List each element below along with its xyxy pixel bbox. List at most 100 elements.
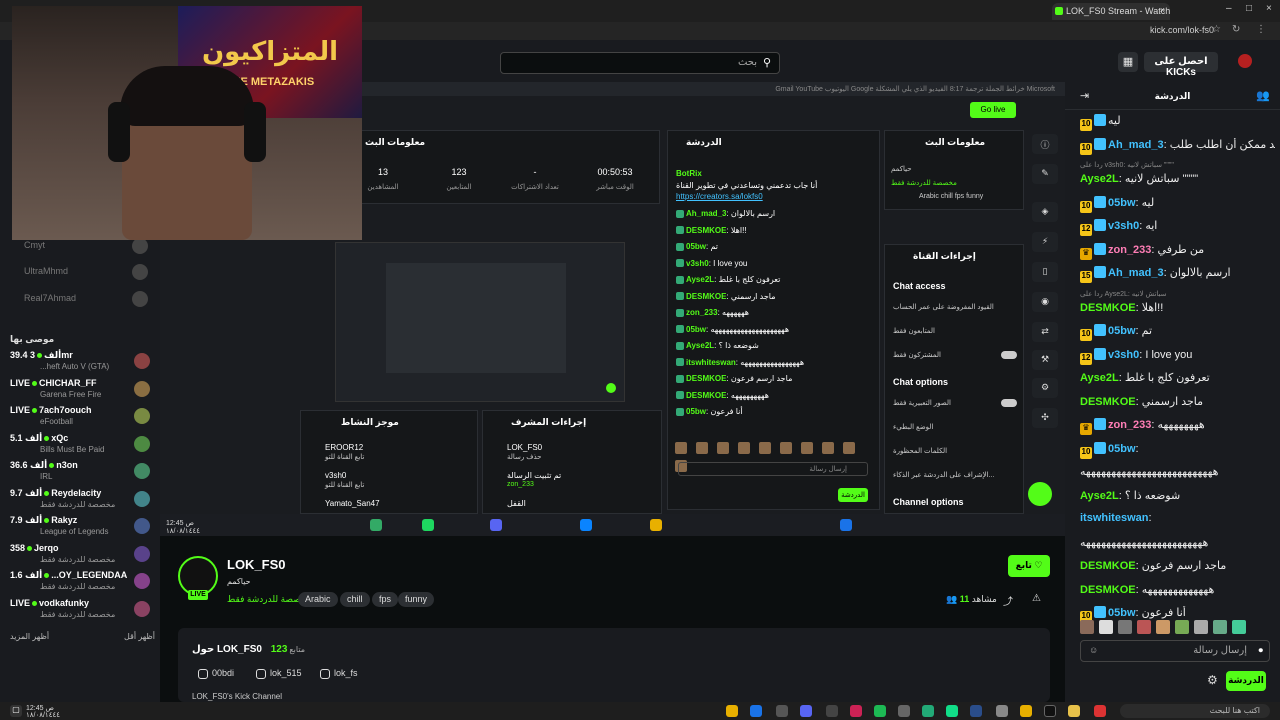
app-icon[interactable] [776,705,788,717]
emote-icon[interactable] [1175,620,1189,634]
sidebar-channel-item[interactable]: 7.9 ألف Rakyz League of Legends [10,515,150,541]
chat-message[interactable]: itswhiteswan: [1080,512,1275,524]
emote-icon[interactable] [1137,620,1151,634]
channel-name[interactable]: LOK_FS0 [227,557,286,572]
emote-icon[interactable] [1080,620,1094,634]
chat-username[interactable]: DESMKOE [1080,396,1136,408]
chat-message[interactable]: DESMKOE: ماجد ارسم فرعون [1080,559,1275,572]
user-avatar[interactable] [1238,54,1252,68]
chat-username[interactable]: 05bw [1108,325,1136,337]
chat-username[interactable]: DESMKOE [1080,560,1136,572]
chat-message[interactable]: ههههههههههههههههههههههههه [1080,536,1275,549]
chat-message[interactable]: DESMKOE: اهلا!! [1080,301,1275,314]
search-input[interactable]: بحث ⚲ [500,52,780,74]
chat-username[interactable]: Ah_mad_3 [1108,267,1164,279]
sidebar-channel-item[interactable]: LIVE vodkafunky مخصصة للدردشة فقط [10,598,150,624]
chat-message[interactable]: 10 05bw: [1080,441,1275,459]
app-icon[interactable] [826,705,838,717]
tiktok-icon[interactable] [1044,705,1056,717]
app-icon[interactable] [996,705,1008,717]
chat-message[interactable]: ♛ zon_233: ههههههههه [1080,418,1275,435]
steam-icon[interactable] [970,705,982,717]
emote-icon[interactable] [1099,620,1113,634]
notification-icon[interactable]: ▢ [10,705,22,717]
chat-send-button[interactable]: الدردشة [1226,671,1266,691]
emote-icon[interactable] [1213,620,1227,634]
chat-message[interactable]: 12 v3sh0: ايه [1080,219,1275,236]
tag-chip[interactable]: fps [372,592,399,607]
refresh-icon[interactable]: ↻ [1232,24,1240,35]
sidebar-faded-item[interactable]: Real7Ahmad [24,293,76,303]
browser-tab[interactable]: LOK_FS0 Stream - Watch Li × [1052,3,1170,20]
app-icon[interactable] [922,705,934,717]
chat-username[interactable]: Ah_mad_3 [1108,139,1164,151]
minimize-button[interactable]: – [1226,3,1232,14]
url-text[interactable]: kick.com/lok-fs0 [1150,25,1214,35]
sidebar-channel-item[interactable]: 9.7 ألف Reydelacity مخصصة للدردشة فقط [10,488,150,514]
close-window-button[interactable]: × [1266,3,1272,14]
sidebar-channel-item[interactable]: 36.6 ألف n3on IRL [10,460,150,486]
sidebar-channel-item[interactable]: 358 Jerqo مخصصة للدردشة فقط [10,543,150,569]
chat-username[interactable]: Ayse2L [1080,490,1119,502]
chat-username[interactable]: Ayse2L [1080,372,1119,384]
chat-username[interactable]: 05bw [1108,443,1136,455]
show-less-link[interactable]: أظهر أقل [124,632,155,641]
chat-input[interactable]: ☺ إرسال رسالة ⏺ [1080,640,1270,662]
chrome-icon[interactable] [1020,705,1032,717]
chat-message[interactable]: DESMKOE: هههههههههههههه [1080,583,1275,596]
chat-message[interactable]: Ayse2L: شوضعه ذا ؟ [1080,489,1275,502]
chat-username[interactable]: v3sh0 [1108,220,1139,232]
discord-link[interactable]: lok_515 [256,668,302,679]
chat-message[interactable]: 15 Ah_mad_3: ارسم بالالوان [1080,266,1275,283]
app-icon[interactable] [874,705,886,717]
app-icon[interactable] [898,705,910,717]
sidebar-channel-item[interactable]: 1.6 ألف ...OY_LEGENDAA مخصصة للدردشة فقط [10,570,150,596]
folder-icon[interactable] [1068,705,1080,717]
tag-chip[interactable]: Arabic [298,592,338,607]
chat-message[interactable]: Ayse2L: تعرفون كلج با غلط [1080,371,1275,384]
chat-username[interactable]: DESMKOE [1080,584,1136,596]
follow-button[interactable]: تابع ♡ [1008,555,1050,577]
sidebar-faded-item[interactable]: UltraMhmd [24,266,68,276]
chat-message[interactable]: DESMKOE: ماجد ارسمني [1080,395,1275,408]
app-icon[interactable] [946,705,958,717]
sidebar-channel-item[interactable]: LIVE 7ach7oouch eFootball [10,405,150,431]
tag-chip[interactable]: funny [398,592,435,607]
get-kicks-button[interactable]: احصل على KICKs [1144,52,1218,78]
sidebar-channel-item[interactable]: 39.4 ألف3mr ...heft Auto V (GTA) [10,350,150,376]
chat-message[interactable]: 10 05bw: ليه [1080,195,1275,213]
brave-icon[interactable] [1094,705,1106,717]
chat-username[interactable]: zon_233 [1108,244,1151,256]
chat-username[interactable]: itswhiteswan [1080,512,1148,524]
close-icon[interactable]: × [1160,5,1165,15]
app-icon[interactable] [750,705,762,717]
chat-username[interactable]: 05bw [1108,607,1136,619]
sidebar-channel-item[interactable]: 5.1 ألف xQc Bills Must Be Paid [10,433,150,459]
taskbar-search[interactable]: اكتب هنا للبحث [1120,704,1270,718]
mic-icon[interactable]: ⏺ [1258,645,1263,656]
tiktok-link[interactable]: lok_fs [320,668,358,679]
sidebar-channel-item[interactable]: LIVE CHICHAR_FF Garena Free Fire [10,378,150,404]
discord-icon[interactable] [800,705,812,717]
chat-message[interactable]: 10Ah_mad_3: ماجد ممكن أن اطلب طلب [1080,137,1275,155]
app-grid-button[interactable]: ▦ [1118,52,1138,72]
users-icon[interactable]: 👥 [1256,89,1270,102]
menu-icon[interactable]: ⋮ [1256,24,1266,35]
chat-message[interactable]: Ayse2L: سباتش لانيه """" [1080,172,1275,185]
emote-icon[interactable] [1156,620,1170,634]
chat-username[interactable]: 05bw [1108,197,1136,209]
share-icon[interactable]: ⤴ [1003,593,1013,608]
sidebar-faded-item[interactable]: Cmyt [24,240,45,250]
chat-message[interactable]: ♛ zon_233: من طرفي [1080,242,1275,260]
chat-username[interactable]: Ayse2L [1080,173,1119,185]
chat-username[interactable]: v3sh0 [1108,349,1139,361]
bookmark-star-icon[interactable]: ☆ [1212,24,1221,35]
chat-message[interactable]: 10 ليه [1080,114,1275,131]
chat-message[interactable]: 10 05bw: تم [1080,324,1275,341]
chat-message[interactable]: 12 v3sh0: I love you [1080,347,1275,365]
chrome-icon[interactable] [726,705,738,717]
emote-icon[interactable] [1194,620,1208,634]
emote-icon[interactable] [1232,620,1246,634]
report-icon[interactable]: ⚠ [1032,593,1041,604]
instagram-link[interactable]: 00bdi [198,668,234,679]
